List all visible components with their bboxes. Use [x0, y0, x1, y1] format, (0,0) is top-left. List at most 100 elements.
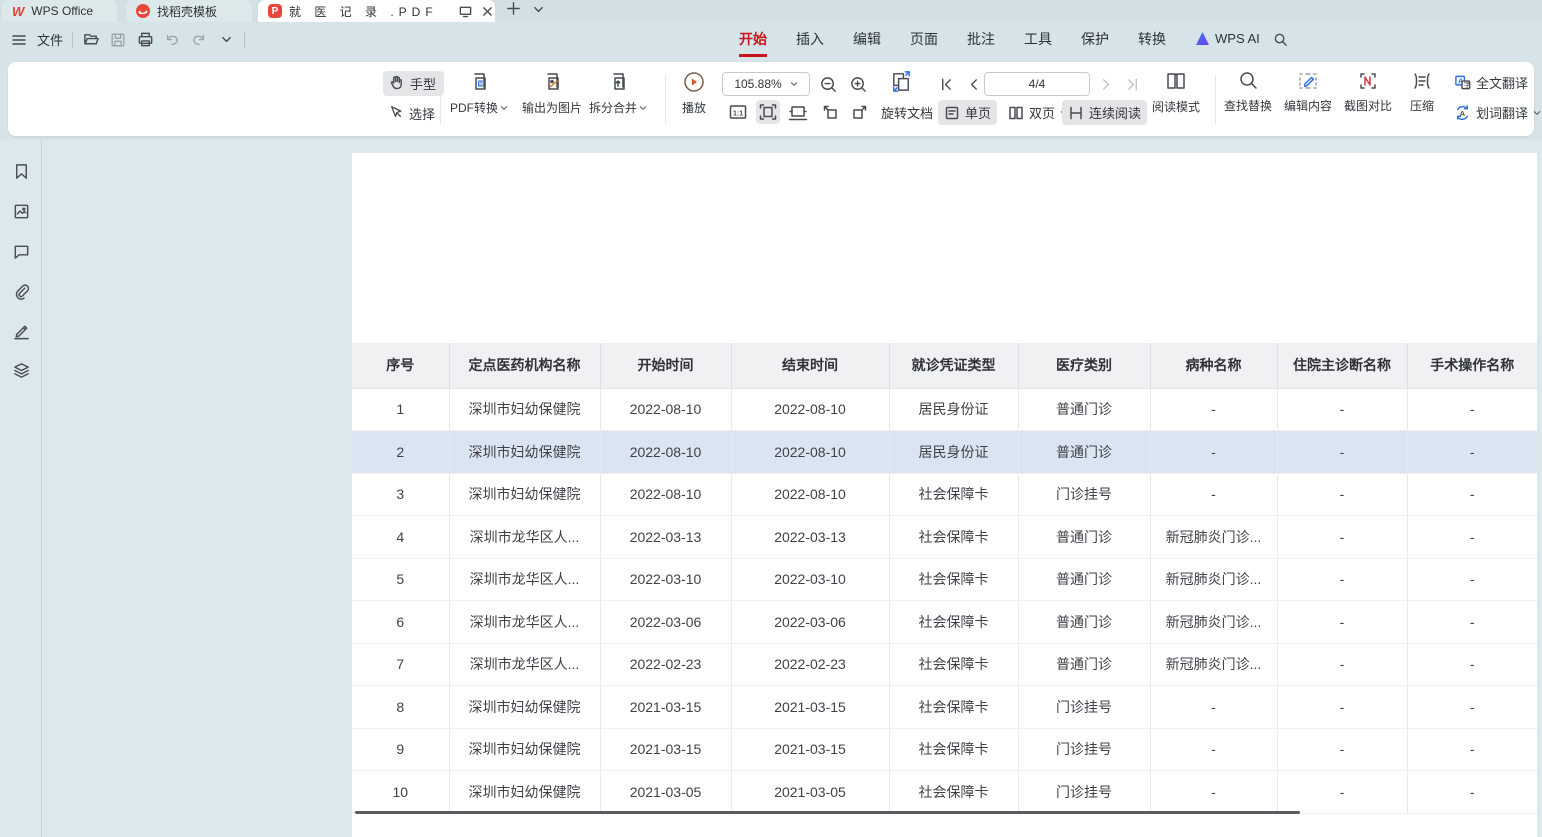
- close-tab-icon[interactable]: [482, 6, 493, 17]
- export-image-button[interactable]: 输出为图片: [516, 70, 588, 116]
- comment-icon[interactable]: [12, 242, 31, 261]
- table-header-row: 序号定点医药机构名称开始时间结束时间就诊凭证类型医疗类别病种名称住院主诊断名称手…: [352, 343, 1537, 388]
- screenshot-compare-button[interactable]: 截图对比: [1340, 70, 1396, 114]
- continuous-read-button[interactable]: 连续阅读: [1062, 100, 1147, 125]
- table-row[interactable]: 5深圳市龙华区人...2022-03-102022-03-10社会保障卡普通门诊…: [352, 558, 1537, 601]
- single-page-button[interactable]: 单页: [938, 100, 997, 125]
- undo-icon[interactable]: [163, 31, 181, 49]
- table-row[interactable]: 2深圳市妇幼保健院2022-08-102022-08-10居民身份证普通门诊--…: [352, 431, 1537, 474]
- annotate-pen-icon[interactable]: [12, 322, 31, 341]
- table-row[interactable]: 9深圳市妇幼保健院2021-03-152021-03-15社会保障卡门诊挂号--…: [352, 728, 1537, 771]
- table-cell: 深圳市妇幼保健院: [449, 771, 600, 814]
- zoom-level-combo[interactable]: 105.88%: [722, 72, 810, 96]
- attachment-icon[interactable]: [12, 282, 31, 301]
- next-page-button[interactable]: [1094, 72, 1118, 96]
- chevron-down-icon: [790, 80, 798, 88]
- redo-icon[interactable]: [190, 31, 208, 49]
- bookmark-icon[interactable]: [12, 162, 31, 181]
- menu-item-edit[interactable]: 编辑: [853, 29, 881, 57]
- menu-item-tools[interactable]: 工具: [1024, 29, 1052, 57]
- play-button[interactable]: 播放: [672, 70, 716, 116]
- table-cell: -: [1277, 686, 1407, 729]
- find-replace-button[interactable]: 查找替换: [1220, 70, 1276, 114]
- rotate-right-button[interactable]: [848, 100, 872, 124]
- split-merge-button[interactable]: 拆分合并: [584, 70, 652, 116]
- previous-page-button[interactable]: [961, 72, 985, 96]
- quick-access-chevron-icon[interactable]: [217, 31, 235, 49]
- print-icon[interactable]: [136, 31, 154, 49]
- tab-list-chevron-icon[interactable]: [533, 2, 544, 20]
- horizontal-scrollbar[interactable]: [355, 811, 1300, 814]
- rotate-document-button[interactable]: 旋转文档: [875, 100, 939, 125]
- read-mode-button[interactable]: 阅读模式: [1146, 69, 1206, 115]
- table-cell: 4: [352, 516, 449, 559]
- cursor-icon: [389, 105, 403, 122]
- layers-icon[interactable]: [12, 361, 31, 380]
- last-page-button[interactable]: [1120, 72, 1144, 96]
- table-row[interactable]: 1深圳市妇幼保健院2022-08-102022-08-10居民身份证普通门诊--…: [352, 388, 1537, 431]
- first-page-button[interactable]: [934, 72, 958, 96]
- edit-content-button[interactable]: 编辑内容: [1280, 70, 1336, 114]
- table-row[interactable]: 4深圳市龙华区人...2022-03-132022-03-13社会保障卡普通门诊…: [352, 516, 1537, 559]
- fit-width-button[interactable]: [786, 100, 810, 124]
- table-cell: -: [1407, 771, 1537, 814]
- table-cell: 5: [352, 558, 449, 601]
- menu-item-page[interactable]: 页面: [910, 29, 938, 57]
- search-icon[interactable]: [1273, 32, 1288, 52]
- hand-tool-button[interactable]: 手型: [383, 71, 444, 96]
- page-number-input[interactable]: 4/4: [984, 72, 1090, 96]
- select-tool-button[interactable]: 选择: [383, 101, 444, 126]
- menu-item-home[interactable]: 开始: [739, 29, 767, 57]
- table-cell: 新冠肺炎门诊...: [1150, 601, 1277, 644]
- table-cell: 深圳市妇幼保健院: [449, 728, 600, 771]
- word-translate-button[interactable]: A 划词翻译: [1448, 100, 1542, 125]
- tab-document-active[interactable]: P 就 医 记 录 .PDF: [258, 0, 495, 22]
- pdf-convert-button[interactable]: W PDF转换: [446, 70, 512, 116]
- rotate-left-button[interactable]: [818, 100, 842, 124]
- menu-item-comment[interactable]: 批注: [967, 29, 995, 57]
- compress-button[interactable]: 压缩: [1402, 70, 1442, 114]
- table-cell: -: [1150, 388, 1277, 431]
- menu-item-convert[interactable]: 转换: [1138, 29, 1166, 57]
- export-image-icon: [540, 70, 564, 94]
- table-row[interactable]: 10深圳市妇幼保健院2021-03-052021-03-05社会保障卡门诊挂号-…: [352, 771, 1537, 814]
- zoom-in-button[interactable]: [846, 72, 870, 96]
- tab-wps-home[interactable]: W WPS Office: [2, 0, 117, 22]
- find-replace-icon: [1237, 70, 1259, 92]
- wps-ai-button[interactable]: WPS AI: [1196, 31, 1260, 46]
- wps-logo-icon: W: [12, 4, 24, 19]
- table-row[interactable]: 8深圳市妇幼保健院2021-03-152021-03-15社会保障卡门诊挂号--…: [352, 686, 1537, 729]
- save-icon[interactable]: [109, 31, 127, 49]
- file-menu[interactable]: 文件: [37, 30, 63, 49]
- table-row[interactable]: 6深圳市龙华区人...2022-03-062022-03-06社会保障卡普通门诊…: [352, 601, 1537, 644]
- tab-docer[interactable]: ٮ 找稻壳模板: [126, 0, 252, 22]
- menu-item-protect[interactable]: 保护: [1081, 29, 1109, 57]
- actual-size-button[interactable]: 1:1: [726, 100, 750, 124]
- table-cell: 2022-03-06: [731, 601, 889, 644]
- new-tab-icon[interactable]: [506, 1, 521, 21]
- actual-size-label: 1:1: [733, 111, 743, 118]
- zoom-out-button[interactable]: [816, 72, 840, 96]
- monitor-icon[interactable]: [459, 5, 472, 18]
- open-folder-icon[interactable]: [82, 31, 100, 49]
- book-icon: [1164, 69, 1188, 93]
- table-cell: 普通门诊: [1018, 388, 1150, 431]
- fit-page-button[interactable]: [756, 100, 780, 124]
- table-row[interactable]: 7深圳市龙华区人...2022-02-232022-02-23社会保障卡普通门诊…: [352, 643, 1537, 686]
- table-cell: 普通门诊: [1018, 431, 1150, 474]
- table-cell: 2022-03-10: [600, 558, 731, 601]
- table-cell: 2022-08-10: [731, 473, 889, 516]
- hamburger-menu-icon[interactable]: [10, 31, 28, 49]
- divider: [72, 32, 73, 48]
- table-cell: 2022-02-23: [600, 643, 731, 686]
- edit-content-icon: [1297, 70, 1319, 92]
- table-cell: 深圳市龙华区人...: [449, 558, 600, 601]
- table-row[interactable]: 3深圳市妇幼保健院2022-08-102022-08-10社会保障卡门诊挂号--…: [352, 473, 1537, 516]
- full-translate-button[interactable]: A字 全文翻译: [1448, 70, 1534, 95]
- table-cell: -: [1277, 558, 1407, 601]
- thumbnails-icon[interactable]: [12, 202, 31, 221]
- svg-text:A: A: [1460, 109, 1466, 118]
- table-cell: 2021-03-15: [600, 728, 731, 771]
- menu-item-insert[interactable]: 插入: [796, 29, 824, 57]
- column-header: 开始时间: [600, 343, 731, 388]
